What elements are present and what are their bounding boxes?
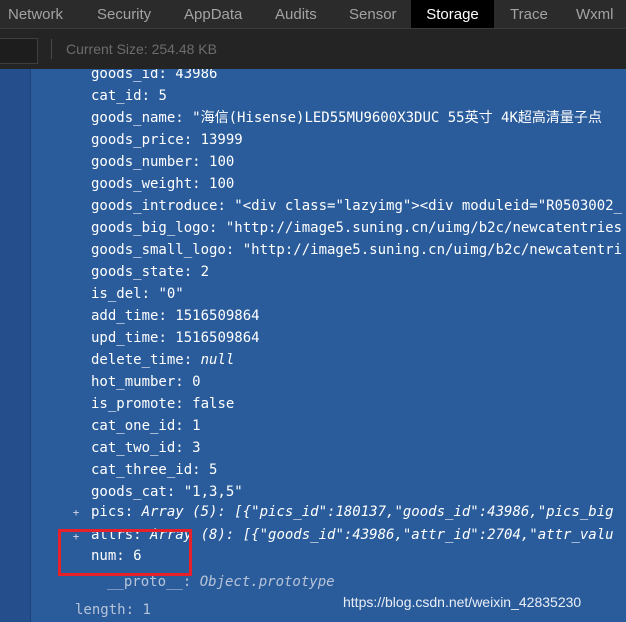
storage-toolbar: Current Size: 254.48 KB [0, 28, 626, 69]
prop-goods-name: goods_name: "海信(Hisense)LED55MU9600X3DUC… [91, 110, 602, 126]
watermark: https://blog.csdn.net/weixin_42835230 [343, 594, 582, 610]
tab-storage[interactable]: Storage [411, 0, 494, 28]
prop-goods-small-logo: goods_small_logo: "http://image5.suning.… [91, 242, 623, 258]
prop-cat-one-id: cat_one_id: 1 [91, 418, 201, 434]
prop-is-del: is_del: "0" [91, 286, 184, 302]
tab-network[interactable]: Network [8, 0, 63, 28]
devtools-tab-bar: Network Security AppData Audits Sensor S… [0, 0, 626, 28]
prop-goods-introduce: goods_introduce: "<div class="lazyimg"><… [91, 198, 623, 214]
tab-appdata[interactable]: AppData [184, 0, 242, 28]
current-size-label: Current Size: 254.48 KB [66, 41, 217, 57]
prop-upd-time: upd_time: 1516509864 [91, 330, 260, 346]
prop-goods-id: goods_id: 43986 [91, 69, 218, 82]
prop-goods-weight: goods_weight: 100 [91, 176, 235, 192]
tab-security[interactable]: Security [97, 0, 151, 28]
prop-goods-cat: goods_cat: "1,3,5" [91, 484, 243, 500]
filter-input[interactable] [0, 38, 38, 64]
tab-sensor[interactable]: Sensor [349, 0, 397, 28]
prop-hot-mumber: hot_mumber: 0 [91, 374, 201, 390]
red-highlight-box [58, 529, 192, 576]
prop-pics[interactable]: pics: Array (5): [{"pics_id":180137,"goo… [91, 501, 614, 523]
prop-goods-state: goods_state: 2 [91, 264, 210, 280]
expand-pics-icon[interactable]: + [71, 506, 81, 519]
prop-cat-id: cat_id: 5 [91, 88, 167, 104]
tab-audits[interactable]: Audits [275, 0, 317, 28]
prop-goods-price: goods_price: 13999 [91, 132, 243, 148]
prop-add-time: add_time: 1516509864 [91, 308, 260, 324]
gutter [0, 69, 31, 622]
prop-cat-three-id: cat_three_id: 5 [91, 462, 218, 478]
prop-goods-big-logo: goods_big_logo: "http://image5.suning.cn… [91, 220, 623, 236]
prop-delete-time: delete_time: null [91, 352, 235, 368]
toolbar-divider [51, 39, 52, 59]
prop-goods-number: goods_number: 100 [91, 154, 235, 170]
tab-trace[interactable]: Trace [510, 0, 548, 28]
prop-is-promote: is_promote: false [91, 396, 235, 412]
prop-length: length: 1 [75, 602, 151, 618]
tab-wxml[interactable]: Wxml [576, 0, 614, 28]
prop-cat-two-id: cat_two_id: 3 [91, 440, 201, 456]
